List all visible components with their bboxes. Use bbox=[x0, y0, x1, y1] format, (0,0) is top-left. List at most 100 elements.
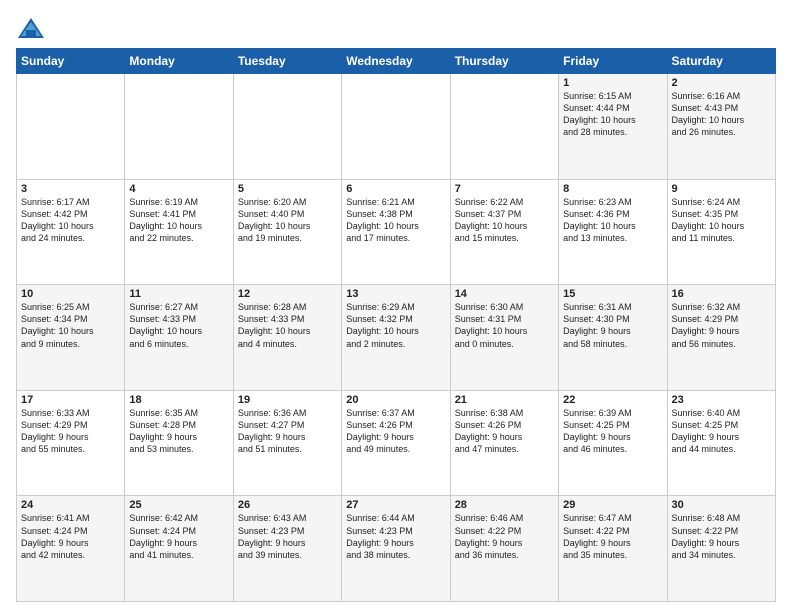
calendar-header-tuesday: Tuesday bbox=[233, 49, 341, 74]
day-info: Sunrise: 6:22 AM Sunset: 4:37 PM Dayligh… bbox=[455, 196, 554, 245]
day-info: Sunrise: 6:40 AM Sunset: 4:25 PM Dayligh… bbox=[672, 407, 771, 456]
day-number: 27 bbox=[346, 499, 445, 511]
calendar-table: SundayMondayTuesdayWednesdayThursdayFrid… bbox=[16, 48, 776, 602]
day-number: 24 bbox=[21, 499, 120, 511]
day-info: Sunrise: 6:24 AM Sunset: 4:35 PM Dayligh… bbox=[672, 196, 771, 245]
calendar-cell bbox=[450, 74, 558, 180]
calendar-header-friday: Friday bbox=[559, 49, 667, 74]
calendar-cell: 23Sunrise: 6:40 AM Sunset: 4:25 PM Dayli… bbox=[667, 390, 775, 496]
calendar-cell: 10Sunrise: 6:25 AM Sunset: 4:34 PM Dayli… bbox=[17, 285, 125, 391]
day-info: Sunrise: 6:46 AM Sunset: 4:22 PM Dayligh… bbox=[455, 512, 554, 561]
day-number: 9 bbox=[672, 183, 771, 195]
day-number: 2 bbox=[672, 77, 771, 89]
calendar-cell: 17Sunrise: 6:33 AM Sunset: 4:29 PM Dayli… bbox=[17, 390, 125, 496]
calendar-header-row: SundayMondayTuesdayWednesdayThursdayFrid… bbox=[17, 49, 776, 74]
calendar-cell: 5Sunrise: 6:20 AM Sunset: 4:40 PM Daylig… bbox=[233, 179, 341, 285]
logo-icon bbox=[16, 16, 46, 40]
day-number: 19 bbox=[238, 394, 337, 406]
day-info: Sunrise: 6:32 AM Sunset: 4:29 PM Dayligh… bbox=[672, 301, 771, 350]
calendar-header-thursday: Thursday bbox=[450, 49, 558, 74]
day-number: 11 bbox=[129, 288, 228, 300]
calendar-cell: 13Sunrise: 6:29 AM Sunset: 4:32 PM Dayli… bbox=[342, 285, 450, 391]
day-info: Sunrise: 6:30 AM Sunset: 4:31 PM Dayligh… bbox=[455, 301, 554, 350]
day-number: 21 bbox=[455, 394, 554, 406]
page: SundayMondayTuesdayWednesdayThursdayFrid… bbox=[0, 0, 792, 612]
calendar-header-saturday: Saturday bbox=[667, 49, 775, 74]
day-info: Sunrise: 6:19 AM Sunset: 4:41 PM Dayligh… bbox=[129, 196, 228, 245]
day-number: 16 bbox=[672, 288, 771, 300]
calendar-cell: 7Sunrise: 6:22 AM Sunset: 4:37 PM Daylig… bbox=[450, 179, 558, 285]
calendar-cell bbox=[125, 74, 233, 180]
day-number: 8 bbox=[563, 183, 662, 195]
calendar-cell: 26Sunrise: 6:43 AM Sunset: 4:23 PM Dayli… bbox=[233, 496, 341, 602]
day-number: 14 bbox=[455, 288, 554, 300]
calendar-cell: 16Sunrise: 6:32 AM Sunset: 4:29 PM Dayli… bbox=[667, 285, 775, 391]
day-info: Sunrise: 6:35 AM Sunset: 4:28 PM Dayligh… bbox=[129, 407, 228, 456]
calendar-cell: 8Sunrise: 6:23 AM Sunset: 4:36 PM Daylig… bbox=[559, 179, 667, 285]
calendar-cell: 24Sunrise: 6:41 AM Sunset: 4:24 PM Dayli… bbox=[17, 496, 125, 602]
day-info: Sunrise: 6:48 AM Sunset: 4:22 PM Dayligh… bbox=[672, 512, 771, 561]
day-info: Sunrise: 6:41 AM Sunset: 4:24 PM Dayligh… bbox=[21, 512, 120, 561]
day-info: Sunrise: 6:17 AM Sunset: 4:42 PM Dayligh… bbox=[21, 196, 120, 245]
day-info: Sunrise: 6:47 AM Sunset: 4:22 PM Dayligh… bbox=[563, 512, 662, 561]
calendar-header-wednesday: Wednesday bbox=[342, 49, 450, 74]
day-number: 17 bbox=[21, 394, 120, 406]
day-info: Sunrise: 6:16 AM Sunset: 4:43 PM Dayligh… bbox=[672, 90, 771, 139]
calendar-cell: 25Sunrise: 6:42 AM Sunset: 4:24 PM Dayli… bbox=[125, 496, 233, 602]
calendar-cell: 29Sunrise: 6:47 AM Sunset: 4:22 PM Dayli… bbox=[559, 496, 667, 602]
day-number: 15 bbox=[563, 288, 662, 300]
day-info: Sunrise: 6:20 AM Sunset: 4:40 PM Dayligh… bbox=[238, 196, 337, 245]
calendar-cell: 15Sunrise: 6:31 AM Sunset: 4:30 PM Dayli… bbox=[559, 285, 667, 391]
calendar-cell: 6Sunrise: 6:21 AM Sunset: 4:38 PM Daylig… bbox=[342, 179, 450, 285]
day-number: 26 bbox=[238, 499, 337, 511]
day-info: Sunrise: 6:27 AM Sunset: 4:33 PM Dayligh… bbox=[129, 301, 228, 350]
calendar-cell: 19Sunrise: 6:36 AM Sunset: 4:27 PM Dayli… bbox=[233, 390, 341, 496]
day-info: Sunrise: 6:44 AM Sunset: 4:23 PM Dayligh… bbox=[346, 512, 445, 561]
day-number: 20 bbox=[346, 394, 445, 406]
calendar-week-1: 1Sunrise: 6:15 AM Sunset: 4:44 PM Daylig… bbox=[17, 74, 776, 180]
calendar-cell: 20Sunrise: 6:37 AM Sunset: 4:26 PM Dayli… bbox=[342, 390, 450, 496]
calendar-cell bbox=[233, 74, 341, 180]
day-number: 4 bbox=[129, 183, 228, 195]
calendar-week-2: 3Sunrise: 6:17 AM Sunset: 4:42 PM Daylig… bbox=[17, 179, 776, 285]
calendar-cell: 1Sunrise: 6:15 AM Sunset: 4:44 PM Daylig… bbox=[559, 74, 667, 180]
day-number: 12 bbox=[238, 288, 337, 300]
day-number: 18 bbox=[129, 394, 228, 406]
day-number: 28 bbox=[455, 499, 554, 511]
calendar-cell: 22Sunrise: 6:39 AM Sunset: 4:25 PM Dayli… bbox=[559, 390, 667, 496]
calendar-cell: 30Sunrise: 6:48 AM Sunset: 4:22 PM Dayli… bbox=[667, 496, 775, 602]
calendar-header-monday: Monday bbox=[125, 49, 233, 74]
day-info: Sunrise: 6:23 AM Sunset: 4:36 PM Dayligh… bbox=[563, 196, 662, 245]
day-info: Sunrise: 6:43 AM Sunset: 4:23 PM Dayligh… bbox=[238, 512, 337, 561]
day-info: Sunrise: 6:38 AM Sunset: 4:26 PM Dayligh… bbox=[455, 407, 554, 456]
day-number: 6 bbox=[346, 183, 445, 195]
day-info: Sunrise: 6:28 AM Sunset: 4:33 PM Dayligh… bbox=[238, 301, 337, 350]
calendar-week-3: 10Sunrise: 6:25 AM Sunset: 4:34 PM Dayli… bbox=[17, 285, 776, 391]
calendar-cell bbox=[342, 74, 450, 180]
day-info: Sunrise: 6:25 AM Sunset: 4:34 PM Dayligh… bbox=[21, 301, 120, 350]
day-number: 30 bbox=[672, 499, 771, 511]
calendar-cell: 4Sunrise: 6:19 AM Sunset: 4:41 PM Daylig… bbox=[125, 179, 233, 285]
day-info: Sunrise: 6:36 AM Sunset: 4:27 PM Dayligh… bbox=[238, 407, 337, 456]
day-number: 5 bbox=[238, 183, 337, 195]
calendar-cell: 27Sunrise: 6:44 AM Sunset: 4:23 PM Dayli… bbox=[342, 496, 450, 602]
day-number: 7 bbox=[455, 183, 554, 195]
day-number: 3 bbox=[21, 183, 120, 195]
day-number: 29 bbox=[563, 499, 662, 511]
calendar-week-4: 17Sunrise: 6:33 AM Sunset: 4:29 PM Dayli… bbox=[17, 390, 776, 496]
calendar-cell: 21Sunrise: 6:38 AM Sunset: 4:26 PM Dayli… bbox=[450, 390, 558, 496]
day-number: 23 bbox=[672, 394, 771, 406]
day-info: Sunrise: 6:29 AM Sunset: 4:32 PM Dayligh… bbox=[346, 301, 445, 350]
header bbox=[16, 16, 776, 40]
calendar-cell: 3Sunrise: 6:17 AM Sunset: 4:42 PM Daylig… bbox=[17, 179, 125, 285]
day-info: Sunrise: 6:31 AM Sunset: 4:30 PM Dayligh… bbox=[563, 301, 662, 350]
calendar-cell: 12Sunrise: 6:28 AM Sunset: 4:33 PM Dayli… bbox=[233, 285, 341, 391]
day-info: Sunrise: 6:21 AM Sunset: 4:38 PM Dayligh… bbox=[346, 196, 445, 245]
day-info: Sunrise: 6:42 AM Sunset: 4:24 PM Dayligh… bbox=[129, 512, 228, 561]
day-info: Sunrise: 6:15 AM Sunset: 4:44 PM Dayligh… bbox=[563, 90, 662, 139]
calendar-cell: 2Sunrise: 6:16 AM Sunset: 4:43 PM Daylig… bbox=[667, 74, 775, 180]
day-info: Sunrise: 6:37 AM Sunset: 4:26 PM Dayligh… bbox=[346, 407, 445, 456]
day-number: 10 bbox=[21, 288, 120, 300]
day-info: Sunrise: 6:33 AM Sunset: 4:29 PM Dayligh… bbox=[21, 407, 120, 456]
day-number: 22 bbox=[563, 394, 662, 406]
